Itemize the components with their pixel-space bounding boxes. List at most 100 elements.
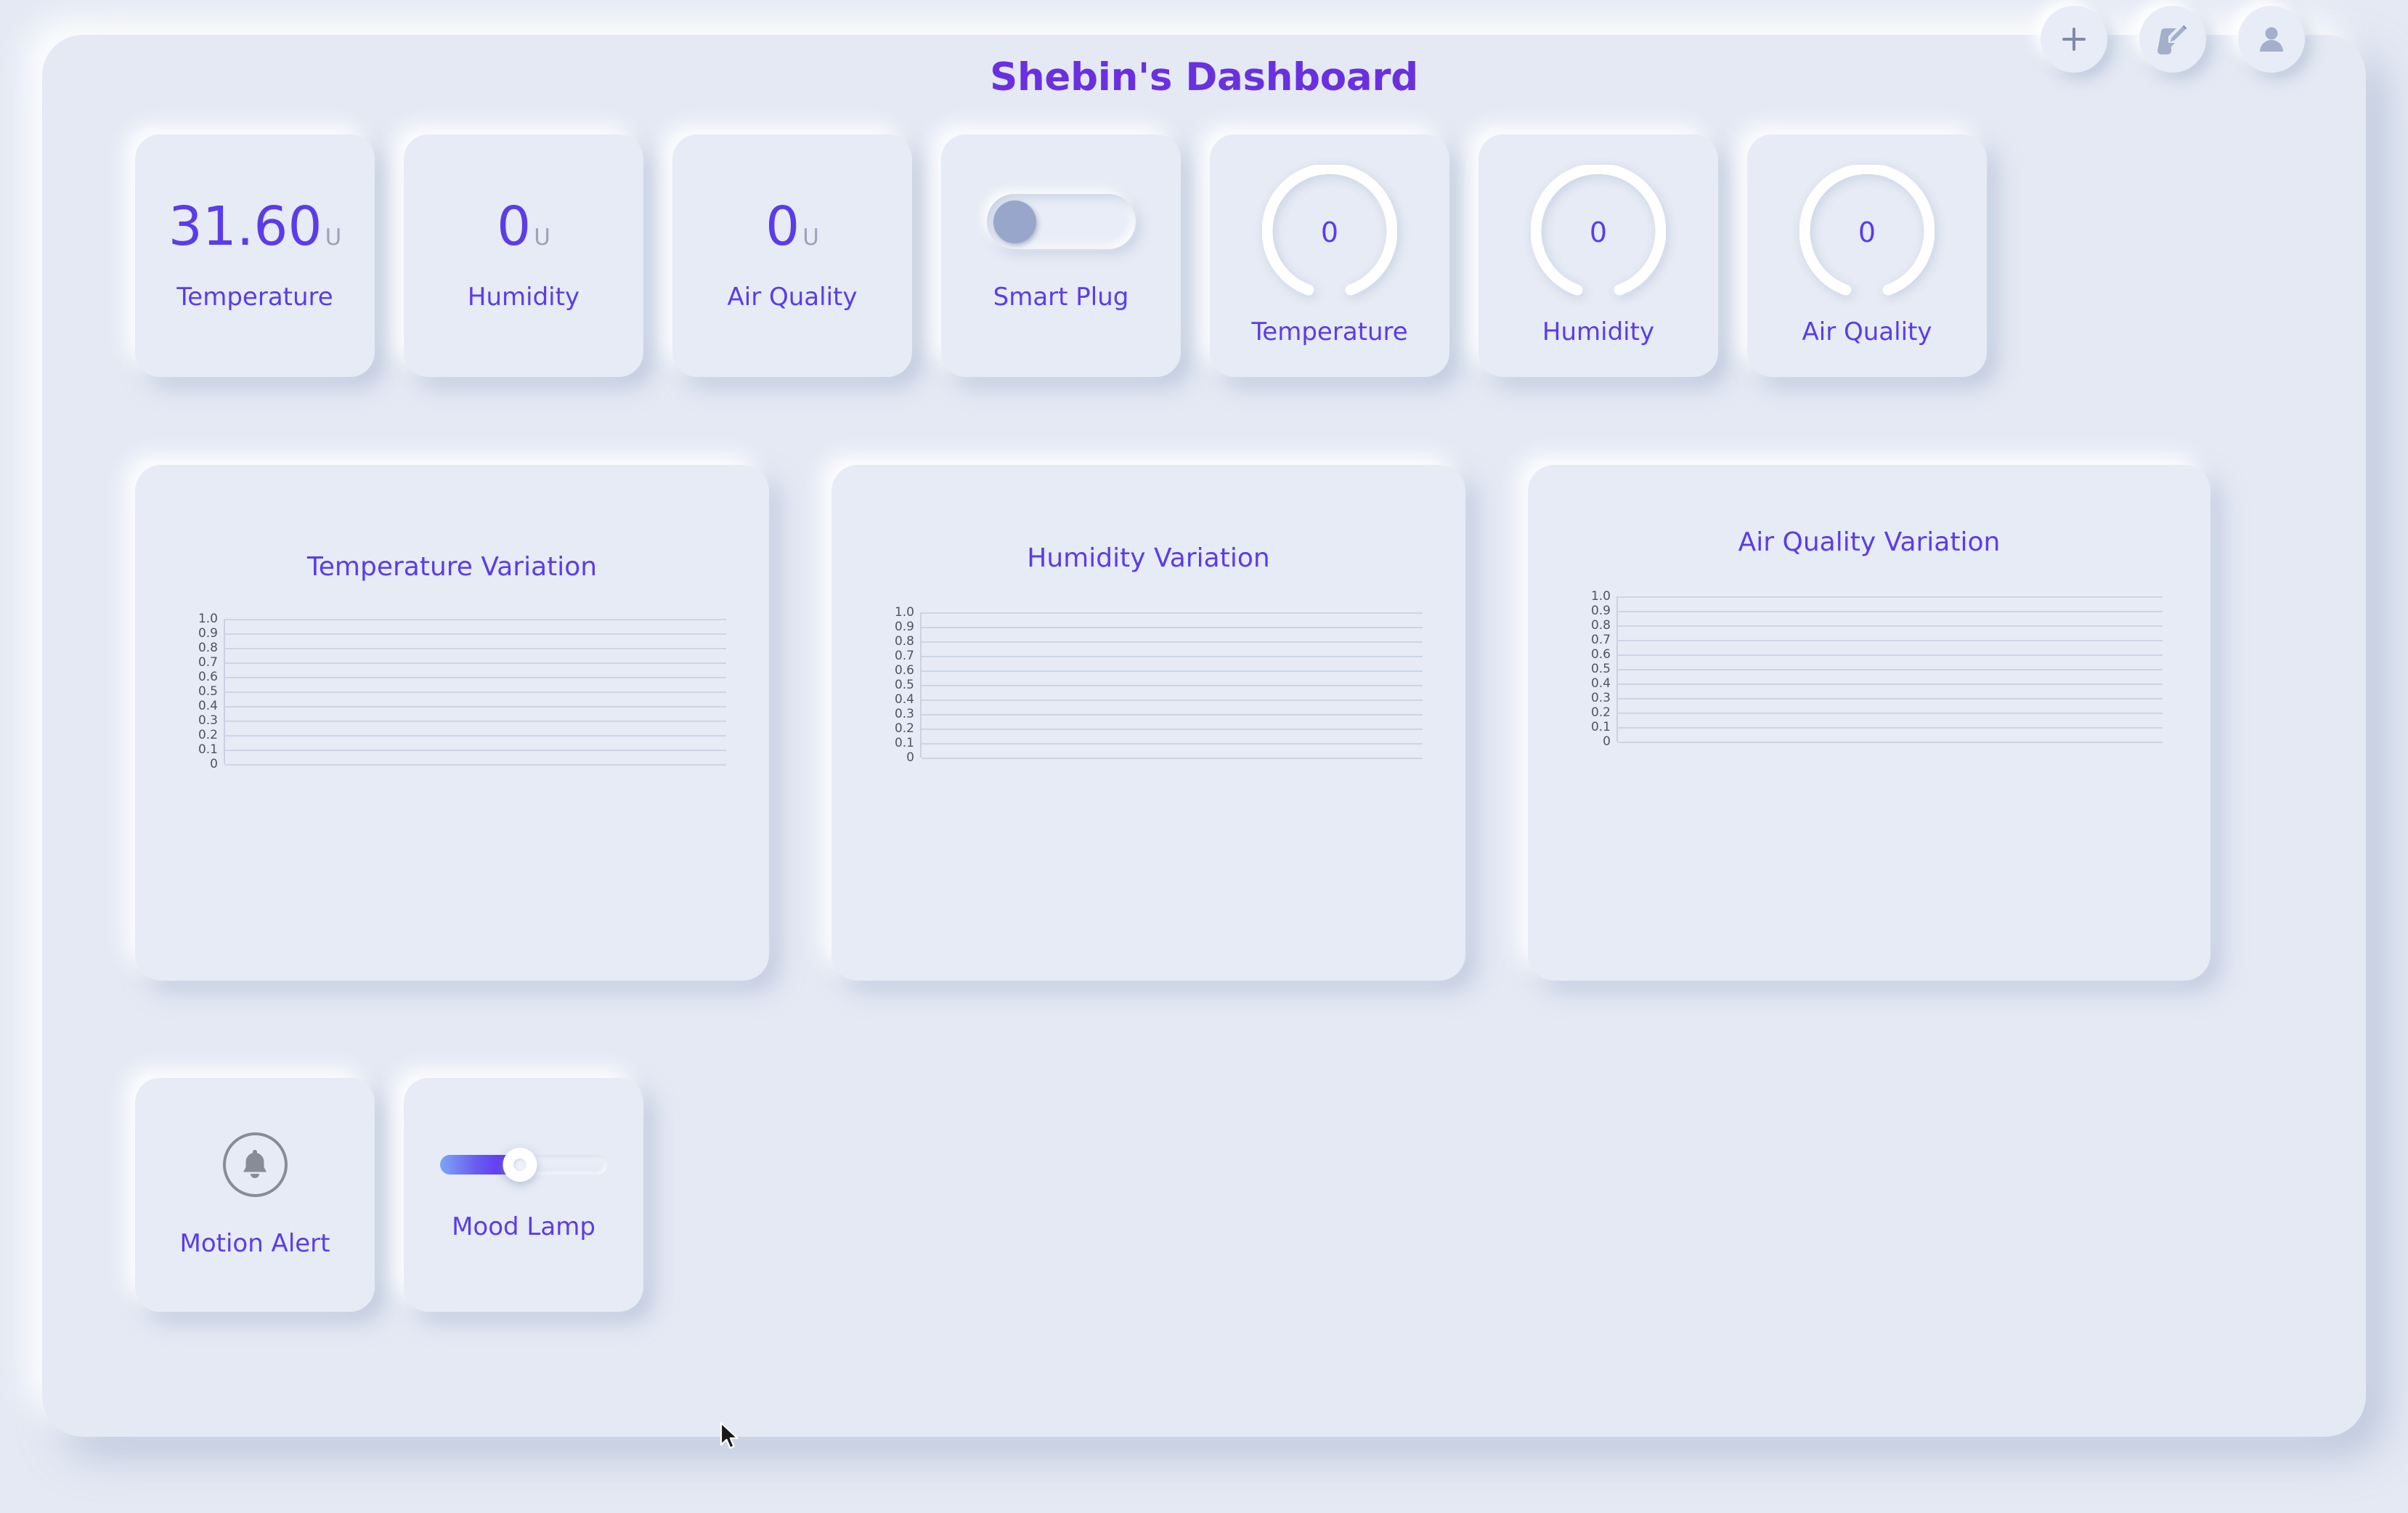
stat-number: 0 [765,195,800,258]
card-label: Air Quality [1802,317,1932,346]
stat-card-humidity[interactable]: 0 U Humidity [404,134,643,377]
gauge-value: 0 [1320,216,1339,248]
y-axis-tick: 0 [1603,734,1611,749]
mood-lamp-slider[interactable] [440,1147,607,1182]
device-card-row: 31.60 U Temperature 0 U Humidity 0 U Air… [135,134,1987,377]
chart-gridline [922,729,1423,730]
chart-gridline [1618,625,2163,627]
card-label: Smart Plug [993,283,1129,312]
y-axis-tick: 0.2 [894,721,914,736]
card-label: Humidity [1542,317,1655,346]
chart-gridline [1618,654,2163,656]
chart-title: Air Quality Variation [1738,527,2001,557]
chart-gridline [922,656,1423,657]
gauge-air-quality: 0 [1799,165,1935,300]
y-axis-tick: 0.4 [1590,676,1611,691]
chart-title: Temperature Variation [306,552,598,582]
chart-gridline [922,670,1423,672]
gauge-card-temperature[interactable]: 0 Temperature [1210,134,1449,377]
chart-gridline [922,685,1423,686]
stat-number: 0 [497,195,532,258]
y-axis-tick: 0.6 [198,670,218,684]
chart-gridline [922,758,1423,759]
stat-card-temperature[interactable]: 31.60 U Temperature [135,134,375,377]
y-axis-tick: 0 [210,757,218,771]
y-axis-tick: 0.2 [1590,705,1611,720]
y-axis-tick: 0.2 [198,728,218,742]
chart-card-humidity-variation[interactable]: Humidity Variation 1.0 0.9 0.8 0.7 0.6 0.5 0.4… [831,465,1465,981]
y-axis-tick: 0.6 [894,663,914,678]
y-axis-tick: 1.0 [1590,589,1611,604]
control-card-motion-alert[interactable]: Motion Alert [135,1078,375,1312]
chart-gridline [225,721,726,722]
y-axis-tick: 0.3 [198,713,218,728]
y-axis-tick: 1.0 [894,605,914,620]
chart-gridline [1618,727,2163,729]
chart-gridline [922,612,1423,614]
stat-unit: U [534,224,550,251]
card-label: Air Quality [727,283,858,312]
add-widget-button[interactable] [2041,6,2107,73]
gauge-card-air-quality[interactable]: 0 Air Quality [1747,134,1987,377]
stat-value-humidity: 0 U [497,200,550,253]
chart-row: Temperature Variation 1.0 0.9 0.8 0.7 0.6 0.5… [135,465,2210,981]
y-axis-tick: 0.6 [1590,647,1611,662]
chart-plot: 1.0 0.9 0.8 0.7 0.6 0.5 0.4 0.3 0.2 0.1 0 [885,605,1423,765]
chart-gridline [1618,669,2163,670]
card-label: Temperature [1251,317,1408,346]
gauge-card-humidity[interactable]: 0 Humidity [1478,134,1718,377]
y-axis-tick: 0.7 [894,649,914,663]
y-axis-tick: 0.7 [1590,633,1611,647]
y-axis-tick: 0.5 [1590,662,1611,676]
chart-gridline [1618,640,2163,641]
toggle-card-smart-plug[interactable]: Smart Plug [941,134,1181,377]
chart-gridline [1618,713,2163,714]
chart-gridline [922,699,1423,701]
chart-card-air-quality-variation[interactable]: Air Quality Variation 1.0 0.9 0.8 0.7 0.6 0.5… [1528,465,2210,981]
y-axis-tick: 0.8 [198,641,218,655]
gauge-value: 0 [1858,216,1876,248]
stat-unit: U [325,224,342,251]
chart-gridline [922,627,1423,628]
stat-value-air-quality: 0 U [765,200,819,253]
card-label: Temperature [176,283,333,312]
chart-gridline [225,750,726,751]
chart-gridline [1618,611,2163,612]
chart-gridline [225,677,726,678]
y-axis-tick: 0.1 [198,742,218,757]
y-axis-tick: 0 [906,750,914,765]
chart-grid [224,619,726,766]
bell-icon [243,1150,267,1178]
chart-gridline [225,691,726,693]
y-axis-tick: 0.1 [894,736,914,750]
chart-card-temperature-variation[interactable]: Temperature Variation 1.0 0.9 0.8 0.7 0.6 0.5… [135,465,769,981]
gauge-value: 0 [1589,216,1608,248]
chart-grid [1616,596,2163,743]
y-axis-tick: 0.3 [1590,691,1611,705]
chart-gridline [922,641,1423,643]
y-axis-tick: 0.1 [1590,720,1611,734]
y-axis-tick: 0.4 [198,699,218,713]
chart-gridline [225,619,726,620]
slider-thumb[interactable] [503,1147,537,1182]
gauge-humidity: 0 [1531,165,1666,300]
chart-gridline [922,714,1423,715]
stat-value-temperature: 31.60 U [168,200,342,253]
y-axis-tick: 0.8 [1590,618,1611,633]
edit-pencil-icon [2157,25,2187,54]
control-card-mood-lamp[interactable]: Mood Lamp [404,1078,643,1312]
stat-number: 31.60 [168,195,322,258]
chart-gridline [922,743,1423,745]
edit-dashboard-button[interactable] [2139,6,2206,73]
bell-icon-circle [222,1132,288,1197]
y-axis-tick: 0.3 [894,707,914,721]
y-axis-tick: 0.9 [1590,604,1611,618]
chart-gridline [225,764,726,766]
smart-plug-toggle[interactable] [986,194,1136,249]
y-axis-tick: 0.7 [198,655,218,670]
stat-card-air-quality[interactable]: 0 U Air Quality [672,134,912,377]
y-axis-tick: 0.4 [894,692,914,707]
chart-gridline [225,735,726,737]
user-profile-button[interactable] [2238,6,2305,73]
control-card-row: Motion Alert Mood Lamp [135,1078,643,1312]
